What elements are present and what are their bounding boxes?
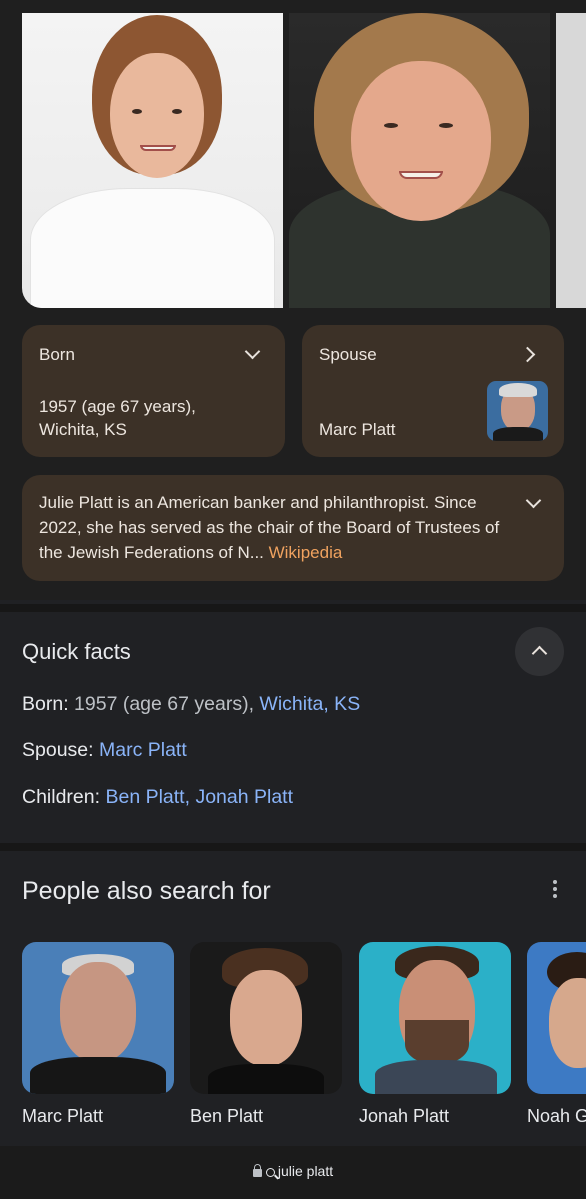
fact-born: Born: 1957 (age 67 years), Wichita, KS (22, 693, 361, 715)
mouth (399, 171, 443, 179)
fact-born-value: 1957 (age 67 years), (68, 693, 260, 715)
face (230, 970, 302, 1066)
person-name[interactable]: Noah G (527, 1106, 586, 1127)
search-icon (265, 1168, 275, 1177)
eye (439, 123, 453, 128)
mouth (140, 145, 176, 151)
chevron-down-icon[interactable] (525, 492, 542, 509)
shirt (30, 1057, 166, 1094)
avatar-shirt (493, 427, 543, 441)
fact-spouse-key: Spouse (22, 739, 89, 761)
url-text: julie platt (277, 1163, 334, 1179)
eye (172, 109, 182, 114)
address-bar[interactable]: julie platt (0, 1146, 586, 1199)
eye (132, 109, 142, 114)
person-photo (22, 942, 174, 1094)
people-also-search-title: People also search for (22, 877, 271, 905)
chevron-down-icon[interactable] (244, 343, 261, 360)
person-name[interactable]: Ben Platt (190, 1106, 263, 1127)
born-card[interactable]: Born 1957 (age 67 years), Wichita, KS (22, 325, 285, 457)
eye (384, 123, 398, 128)
person-photo (190, 942, 342, 1094)
spouse-label: Spouse (319, 345, 377, 364)
wikipedia-link[interactable]: Wikipedia (269, 543, 343, 562)
photo-1[interactable] (22, 13, 283, 308)
fact-children-key: Children (22, 786, 95, 808)
photo-2[interactable] (289, 13, 550, 308)
face (110, 53, 204, 178)
person-card[interactable]: Ben Platt (190, 942, 342, 1126)
url-display[interactable]: julie platt (0, 1163, 586, 1179)
born-value-line1: 1957 (age 67 years), (39, 397, 196, 416)
born-label: Born (39, 345, 75, 364)
description-text: Julie Platt is an American banker and ph… (39, 490, 519, 565)
shirt (208, 1064, 324, 1094)
photo-3-partial[interactable] (556, 13, 586, 308)
spouse-avatar[interactable] (487, 381, 548, 441)
collapse-button[interactable] (515, 627, 564, 676)
born-value-line2: Wichita, KS (39, 420, 127, 439)
born-value: 1957 (age 67 years), Wichita, KS (39, 395, 196, 441)
image-strip[interactable] (22, 13, 586, 308)
quick-facts-title: Quick facts (22, 639, 131, 664)
chevron-right-icon[interactable] (519, 346, 536, 363)
shirt (30, 188, 275, 308)
avatar-hair (499, 383, 537, 397)
fact-born-link[interactable]: Wichita, KS (259, 693, 360, 715)
fact-children-link-2[interactable]: Jonah Platt (195, 786, 293, 808)
spouse-value[interactable]: Marc Platt (319, 418, 396, 441)
more-options-icon[interactable] (552, 880, 558, 900)
face (60, 962, 136, 1062)
person-name[interactable]: Jonah Platt (359, 1106, 449, 1127)
person-name[interactable]: Marc Platt (22, 1106, 103, 1127)
face (351, 61, 491, 221)
divider (0, 843, 586, 851)
fact-spouse: Spouse: Marc Platt (22, 739, 187, 761)
person-card[interactable]: Marc Platt (22, 942, 174, 1126)
fact-children-link-1[interactable]: Ben Platt (105, 786, 184, 808)
fact-spouse-link[interactable]: Marc Platt (99, 739, 187, 761)
face (549, 978, 586, 1068)
person-photo (359, 942, 511, 1094)
person-photo (527, 942, 586, 1094)
person-card[interactable]: Jonah Platt (359, 942, 511, 1126)
fact-born-key: Born (22, 693, 64, 715)
chevron-up-icon (531, 645, 548, 662)
shirt (375, 1060, 497, 1094)
lock-icon (252, 1164, 262, 1177)
person-card[interactable]: Noah G (527, 942, 586, 1126)
page: Born 1957 (age 67 years), Wichita, KS Sp… (0, 0, 586, 1199)
beard (405, 1020, 469, 1064)
spouse-card[interactable]: Spouse Marc Platt (302, 325, 564, 457)
divider (0, 604, 586, 612)
description-card[interactable]: Julie Platt is an American banker and ph… (22, 475, 564, 581)
fact-children: Children: Ben Platt, Jonah Platt (22, 786, 294, 808)
